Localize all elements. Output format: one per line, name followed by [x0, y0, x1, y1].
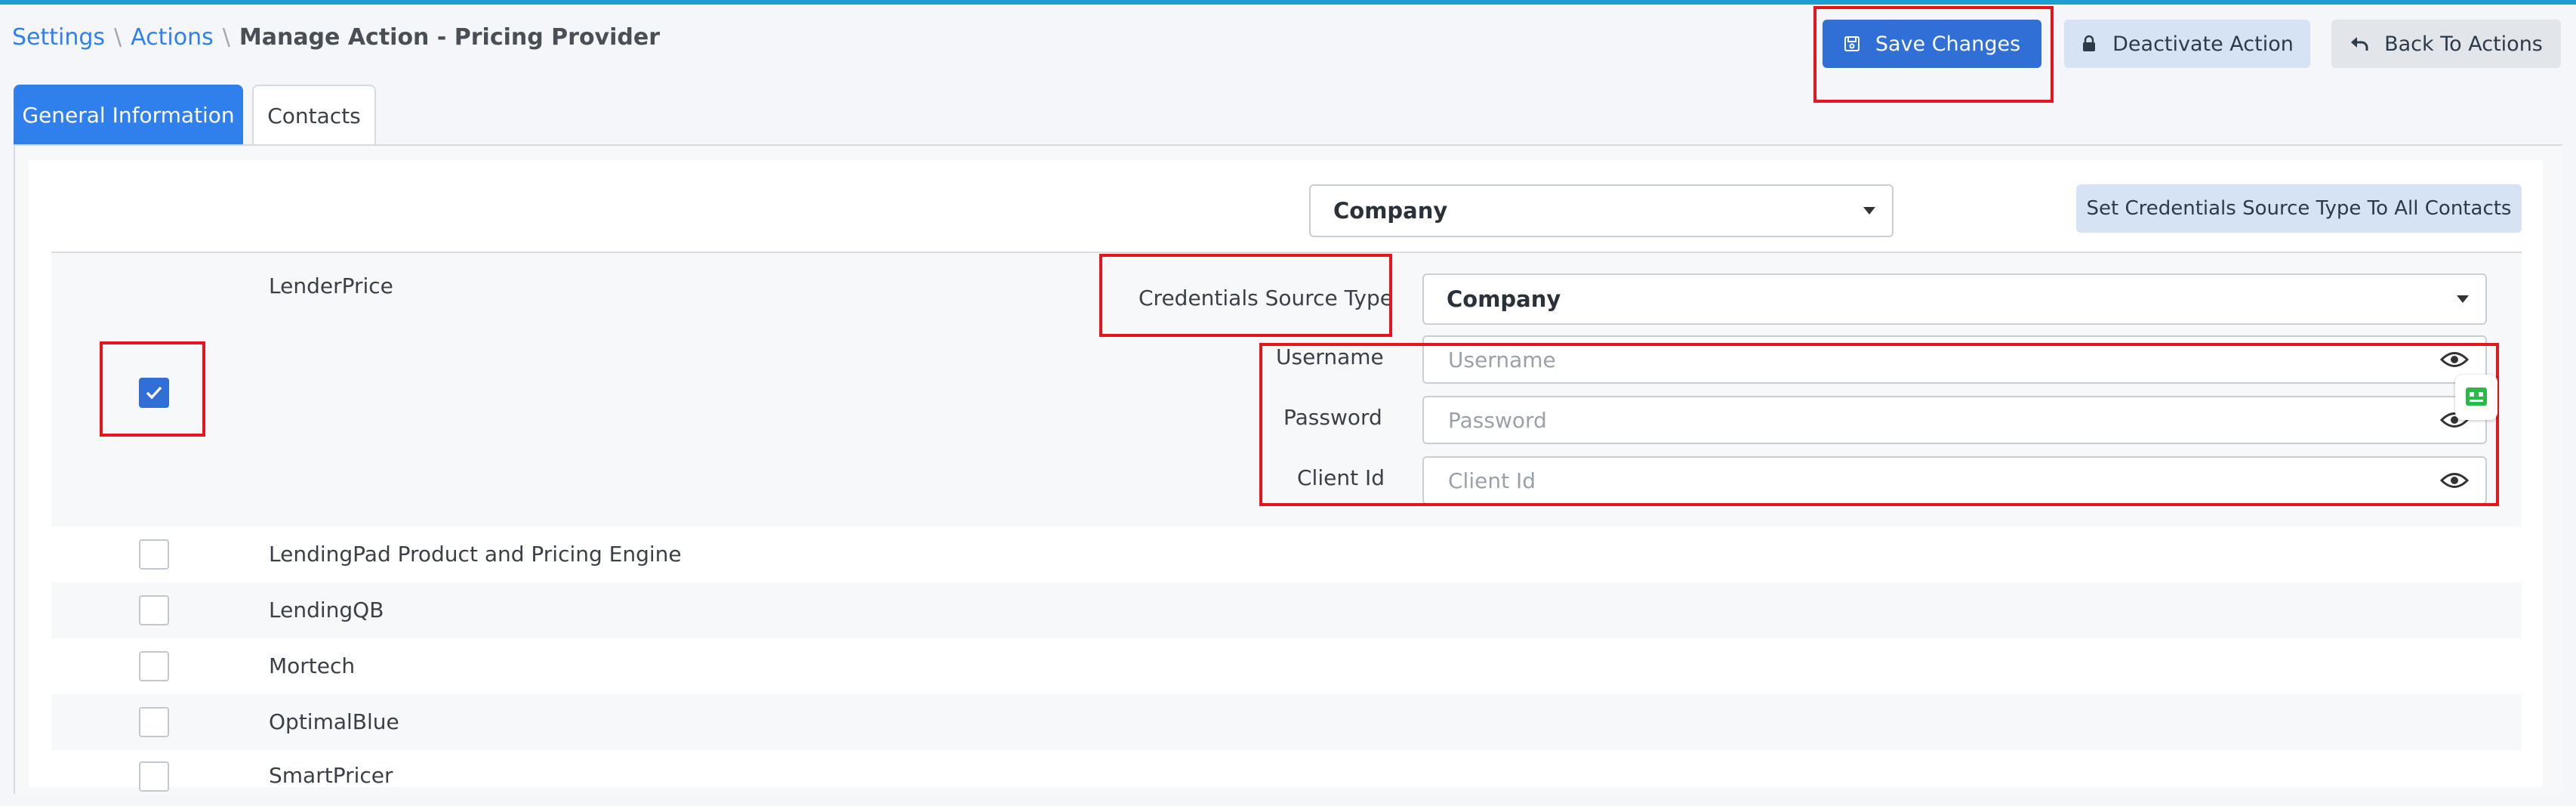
back-to-actions-button[interactable]: Back To Actions: [2331, 20, 2561, 68]
breadcrumb-separator: \: [114, 24, 122, 51]
contact-checkbox[interactable]: [139, 707, 169, 737]
contact-row: [51, 638, 2522, 694]
contact-name-lenderprice: LenderPrice: [269, 273, 393, 298]
contact-checkbox[interactable]: [139, 595, 169, 625]
contact-name: SmartPricer: [269, 763, 393, 788]
contact-row: [51, 694, 2522, 750]
page-title: Manage Action - Pricing Provider: [239, 24, 661, 51]
highlight-source-type-label: [1099, 254, 1392, 337]
credentials-source-type-select[interactable]: Company: [1422, 273, 2487, 325]
top-accent-bar: [0, 0, 2576, 5]
deactivate-action-button[interactable]: Deactivate Action: [2064, 20, 2310, 68]
tab-general-information[interactable]: General Information: [14, 85, 243, 145]
contact-name: Mortech: [269, 653, 356, 678]
tab-contacts[interactable]: Contacts: [252, 85, 376, 145]
credentials-source-type-value: Company: [1447, 286, 1561, 312]
lock-icon: [2083, 35, 2096, 51]
highlight-checkbox: [100, 341, 205, 437]
contact-name: LendingQB: [269, 598, 384, 622]
deactivate-action-label: Deactivate Action: [2112, 32, 2294, 56]
contact-checkbox[interactable]: [139, 761, 169, 792]
breadcrumb: Settings \ Actions \ Manage Action - Pri…: [12, 24, 660, 51]
contact-checkbox[interactable]: [139, 539, 169, 570]
contact-row: [51, 750, 2522, 806]
set-all-contacts-label: Set Credentials Source Type To All Conta…: [2086, 197, 2512, 220]
back-arrow-icon: [2351, 37, 2368, 51]
bulk-source-type-value: Company: [1333, 198, 1448, 224]
breadcrumb-settings[interactable]: Settings: [12, 24, 105, 51]
breadcrumb-separator: \: [222, 24, 230, 51]
highlight-credentials-fields: [1259, 343, 2499, 506]
breadcrumb-actions[interactable]: Actions: [131, 24, 214, 51]
highlight-save-button: [1813, 6, 2054, 103]
contact-checkbox[interactable]: [139, 651, 169, 681]
contact-name: LendingPad Product and Pricing Engine: [269, 542, 682, 567]
contact-name: OptimalBlue: [269, 709, 399, 734]
set-all-contacts-button[interactable]: Set Credentials Source Type To All Conta…: [2076, 184, 2522, 233]
back-to-actions-label: Back To Actions: [2384, 32, 2543, 56]
caret-down-icon: [2457, 295, 2469, 303]
caret-down-icon: [1863, 207, 1875, 215]
extension-badge[interactable]: [2455, 375, 2497, 420]
bulk-source-type-select[interactable]: Company: [1309, 184, 1893, 237]
contact-row: [51, 582, 2522, 638]
extension-icon: [2466, 388, 2487, 406]
